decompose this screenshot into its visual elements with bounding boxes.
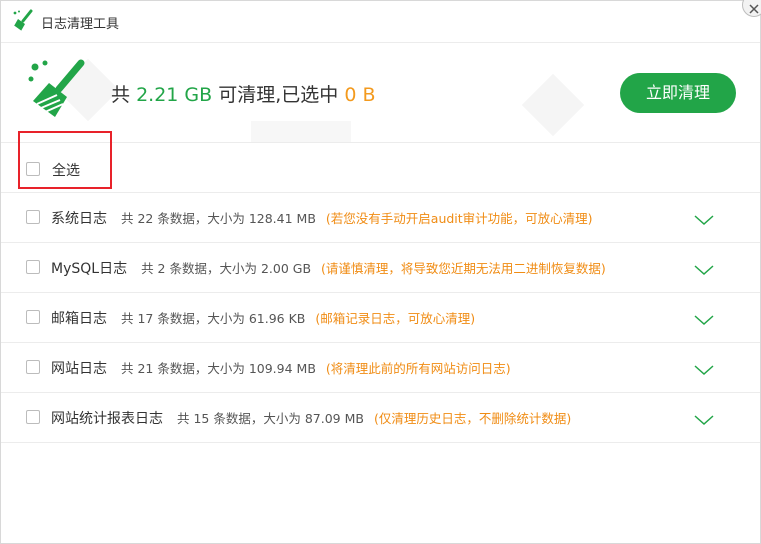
- log-cleaner-window: 日志清理工具 共 2.21 GB 可清理,已选中 0 B 立即清理 全选 系统日…: [0, 0, 761, 544]
- item-note: (仅清理历史日志，不删除统计数据): [373, 411, 572, 426]
- item-note: (若您没有手动开启audit审计功能，可放心清理): [325, 211, 593, 226]
- item-info: 共 15 条数据，大小为 87.09 MB: [177, 411, 364, 426]
- item-checkbox[interactable]: [26, 210, 40, 224]
- item-note: (将清理此前的所有网站访问日志): [325, 361, 511, 376]
- chevron-down-icon[interactable]: [693, 413, 715, 427]
- list-item[interactable]: 邮箱日志共 17 条数据，大小为 61.96 KB (邮箱记录日志，可放心清理): [1, 293, 760, 343]
- decorative-shape: [521, 73, 585, 137]
- decorative-shape: [251, 121, 351, 142]
- chevron-down-icon[interactable]: [693, 213, 715, 227]
- close-icon: [749, 4, 759, 14]
- item-checkbox[interactable]: [26, 260, 40, 274]
- title-bar: 日志清理工具: [1, 0, 761, 43]
- list-item[interactable]: 网站日志共 21 条数据，大小为 109.94 MB (将清理此前的所有网站访问日…: [1, 343, 760, 393]
- window-title: 日志清理工具: [41, 17, 120, 32]
- log-list: 系统日志共 22 条数据，大小为 128.41 MB (若您没有手动开启audit…: [1, 193, 760, 443]
- select-all-checkbox[interactable]: [26, 162, 40, 176]
- select-all-row[interactable]: 全选: [1, 131, 760, 193]
- list-item[interactable]: 系统日志共 22 条数据，大小为 128.41 MB (若您没有手动开启audit…: [1, 193, 760, 243]
- item-note: (邮箱记录日志，可放心清理): [315, 311, 476, 326]
- total-size: 2.21 GB: [136, 84, 213, 106]
- item-checkbox[interactable]: [26, 410, 40, 424]
- chevron-down-icon[interactable]: [693, 263, 715, 277]
- select-all-label: 全选: [52, 163, 80, 179]
- item-checkbox[interactable]: [26, 310, 40, 324]
- broom-icon: [13, 9, 33, 32]
- broom-icon: [28, 59, 85, 117]
- chevron-down-icon[interactable]: [693, 313, 715, 327]
- summary-prefix: 共: [111, 84, 131, 106]
- item-name: 系统日志: [51, 211, 107, 227]
- summary-text: 共 2.21 GB 可清理,已选中 0 B: [111, 80, 375, 107]
- list-item[interactable]: 网站统计报表日志共 15 条数据，大小为 87.09 MB (仅清理历史日志，不删…: [1, 393, 760, 443]
- list-item[interactable]: MySQL日志共 2 条数据，大小为 2.00 GB (请谨慎清理，将导致您近期无…: [1, 243, 760, 293]
- item-name: 网站统计报表日志: [51, 411, 163, 427]
- item-info: 共 21 条数据，大小为 109.94 MB: [121, 361, 316, 376]
- close-button[interactable]: [742, 0, 761, 17]
- clean-now-button[interactable]: 立即清理: [620, 73, 736, 113]
- item-note: (请谨慎清理，将导致您近期无法用二进制恢复数据): [321, 261, 606, 276]
- selected-size: 0 B: [344, 84, 376, 106]
- summary-header: 共 2.21 GB 可清理,已选中 0 B 立即清理: [1, 43, 760, 143]
- item-info: 共 17 条数据，大小为 61.96 KB: [121, 311, 306, 326]
- chevron-down-icon[interactable]: [693, 363, 715, 377]
- item-info: 共 22 条数据，大小为 128.41 MB: [121, 211, 316, 226]
- item-name: MySQL日志: [51, 261, 128, 277]
- item-checkbox[interactable]: [26, 360, 40, 374]
- item-name: 网站日志: [51, 361, 107, 377]
- item-info: 共 2 条数据，大小为 2.00 GB: [141, 261, 312, 276]
- summary-middle: 可清理,已选中: [218, 84, 339, 106]
- item-name: 邮箱日志: [51, 311, 107, 327]
